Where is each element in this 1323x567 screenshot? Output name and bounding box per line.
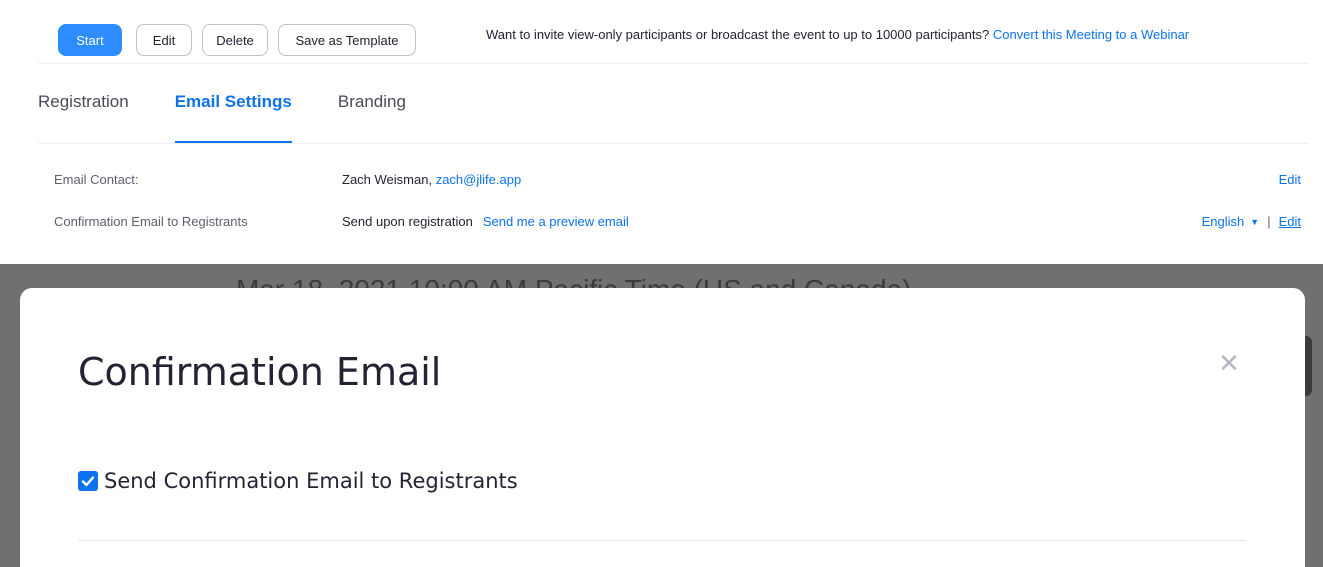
send-confirmation-checkbox-row[interactable]: Send Confirmation Email to Registrants: [78, 469, 518, 493]
language-dropdown[interactable]: English ▼: [1202, 214, 1260, 229]
meeting-details-page: Start Edit Delete Save as Template Want …: [0, 0, 1323, 272]
webinar-invite-notice: Want to invite view-only participants or…: [486, 27, 1189, 42]
invite-text: Want to invite view-only participants or…: [486, 27, 990, 42]
email-contact-value: Zach Weisman, zach@jlife.app: [342, 172, 521, 187]
settings-tabs: Registration Email Settings Branding: [38, 92, 452, 144]
save-as-template-button[interactable]: Save as Template: [278, 24, 416, 56]
confirmation-status: Send upon registration: [342, 214, 473, 229]
send-preview-email-link[interactable]: Send me a preview email: [483, 214, 629, 229]
contact-email-link[interactable]: zach@jlife.app: [436, 172, 521, 187]
divider: [38, 143, 1308, 144]
edit-email-contact-link[interactable]: Edit: [1279, 172, 1301, 187]
send-confirmation-label: Send Confirmation Email to Registrants: [104, 469, 518, 493]
confirmation-email-modal: Confirmation Email ✕ Send Confirmation E…: [20, 288, 1305, 567]
email-contact-label: Email Contact:: [54, 172, 139, 187]
tab-email-settings[interactable]: Email Settings: [174, 92, 293, 144]
convert-to-webinar-link[interactable]: Convert this Meeting to a Webinar: [993, 27, 1189, 42]
start-button[interactable]: Start: [58, 24, 122, 56]
divider: [38, 63, 1308, 64]
divider: [78, 540, 1246, 541]
email-contact-row: Email Contact: Zach Weisman, zach@jlife.…: [54, 172, 1304, 194]
send-confirmation-checkbox[interactable]: [78, 471, 98, 491]
caret-down-icon: ▼: [1250, 217, 1260, 227]
modal-title: Confirmation Email: [78, 350, 442, 394]
separator: |: [1267, 214, 1271, 229]
edit-confirmation-email-link[interactable]: Edit: [1279, 214, 1301, 229]
confirmation-email-label: Confirmation Email to Registrants: [54, 214, 248, 229]
delete-button[interactable]: Delete: [202, 24, 268, 56]
meeting-toolbar: Start Edit Delete Save as Template: [58, 24, 426, 56]
contact-name: Zach Weisman,: [342, 172, 433, 187]
confirmation-actions: English ▼ | Edit: [1202, 214, 1301, 229]
confirmation-email-row: Confirmation Email to Registrants Send u…: [54, 214, 1304, 236]
edit-button[interactable]: Edit: [136, 24, 192, 56]
confirmation-email-value: Send upon registration Send me a preview …: [342, 214, 629, 229]
tab-branding[interactable]: Branding: [338, 92, 406, 144]
checkmark-icon: [81, 476, 95, 487]
close-icon[interactable]: ✕: [1216, 350, 1242, 376]
tab-registration[interactable]: Registration: [38, 92, 129, 144]
language-label: English: [1201, 214, 1245, 229]
